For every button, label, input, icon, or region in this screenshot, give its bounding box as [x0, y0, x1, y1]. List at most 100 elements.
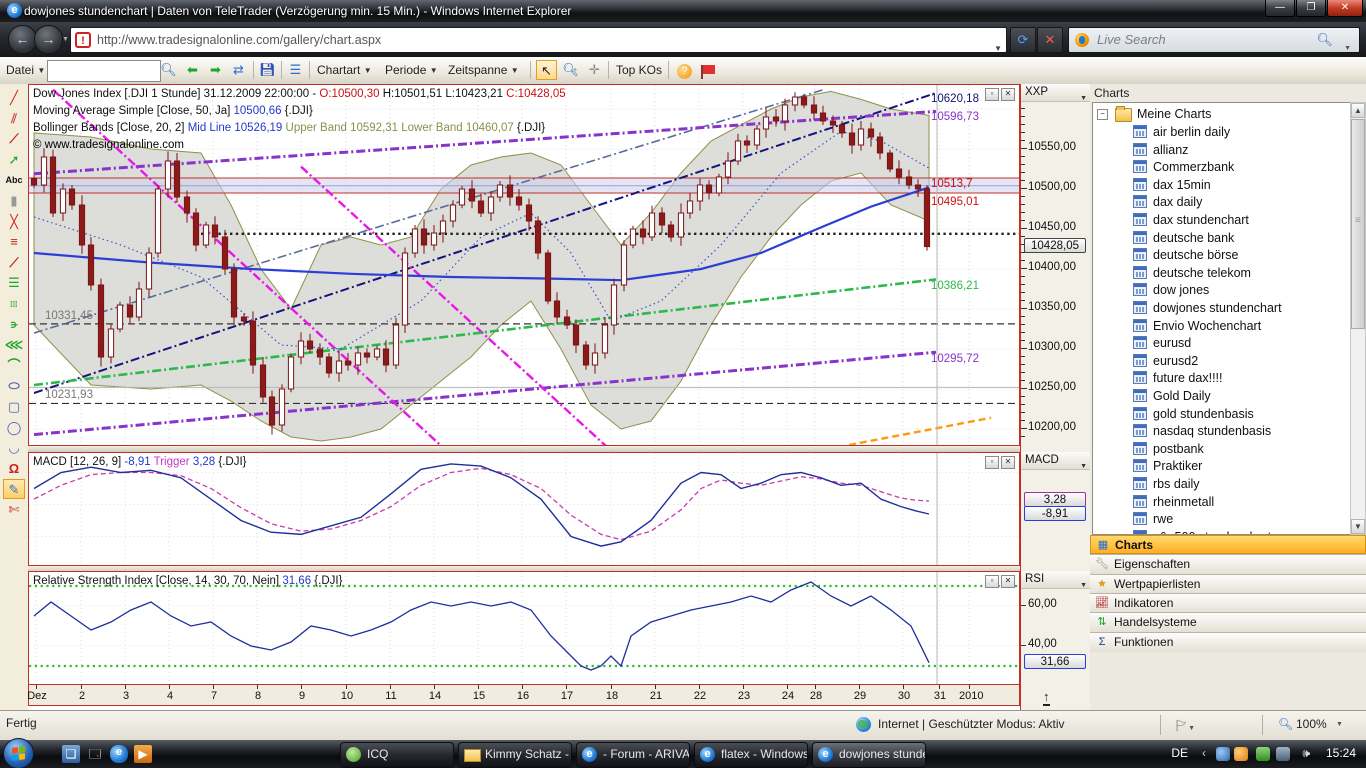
tree-item[interactable]: eurusd [1093, 334, 1347, 352]
trendline-icon[interactable]: ╱ [3, 88, 25, 108]
datei-menu[interactable]: Datei ▼ [6, 60, 45, 80]
rsi-axis-dropdown-icon[interactable]: ▼ [1080, 577, 1087, 594]
sidebar-panel-eigenschaften[interactable]: 🔧︎Eigenschaften [1090, 554, 1366, 574]
taskbar-button[interactable]: edowjones stundenc... [812, 742, 926, 768]
tree-folder-meine-charts[interactable]: −Meine Charts [1093, 105, 1347, 123]
flag-icon[interactable] [698, 60, 719, 80]
tree-item[interactable]: nasdaq stundenbasis [1093, 422, 1347, 440]
tree-item[interactable]: postbank [1093, 440, 1347, 458]
back-chart-icon[interactable]: ⬅ [182, 60, 203, 80]
zoom-dropdown-icon[interactable]: ▼ [1336, 721, 1343, 728]
macd-panel[interactable]: MACD [12, 26, 9] -8,91 Trigger 3,28 {.DJ… [28, 452, 1020, 566]
sidebar-panel-wertpapierlisten[interactable]: 🟊Wertpapierlisten [1090, 574, 1366, 594]
save-icon[interactable]: 💾︎ [257, 60, 278, 80]
gann-line-icon[interactable]: ⟋ [3, 253, 25, 273]
delete-tool-icon[interactable]: ✄ [3, 500, 25, 520]
zoom-magnifier-icon[interactable]: 🔍︎ [1278, 717, 1293, 731]
tree-scrollbar[interactable]: ▲ ▼ [1350, 102, 1366, 535]
scroll-down-icon[interactable]: ▼ [1351, 519, 1365, 534]
search-box[interactable]: Live Search 🔍︎ ▼ [1068, 27, 1360, 53]
zigzag-icon[interactable]: 𝈁 [3, 315, 25, 335]
fan-lines-icon[interactable]: ⋘ [3, 335, 25, 355]
chartart-menu[interactable]: Chartart ▼ [317, 60, 372, 80]
ray-icon[interactable]: ⟋ [3, 129, 25, 149]
forward-button[interactable]: → [34, 25, 63, 54]
tree-item[interactable]: deutsche telekom [1093, 264, 1347, 282]
tree-item[interactable]: s&p500 stundenchart [1093, 528, 1347, 535]
time-axis[interactable]: Dez2347891011141516171821222324282930312… [28, 685, 1020, 706]
cross-lines-icon[interactable]: ╳ [3, 212, 25, 232]
tree-item[interactable]: dax stundenchart [1093, 211, 1347, 229]
tree-item[interactable]: Praktiker [1093, 457, 1347, 475]
periode-menu[interactable]: Periode ▼ [385, 60, 438, 80]
panel-maximize-icon[interactable]: ▫ [985, 575, 999, 588]
rsi-panel[interactable]: Relative Strength Index [Close, 14, 30, … [28, 571, 1020, 685]
tree-item[interactable]: Envio Wochenchart [1093, 317, 1347, 335]
arrow-draw-icon[interactable]: ➚ [3, 150, 25, 170]
language-indicator[interactable]: DE [1171, 746, 1188, 760]
tree-item[interactable]: rheinmetall [1093, 493, 1347, 511]
circle-icon[interactable]: ◯ [3, 418, 25, 438]
tray-app-icon-1[interactable] [1216, 747, 1230, 761]
tree-item[interactable]: dax daily [1093, 193, 1347, 211]
tree-expander-icon[interactable]: − [1097, 109, 1108, 120]
help-icon[interactable]: ? [674, 60, 695, 80]
charts-tree[interactable]: −Meine Chartsair berlin dailyallianzComm… [1092, 102, 1364, 535]
start-button[interactable] [3, 738, 34, 768]
sidebar-panel-funktionen[interactable]: ΣFunktionen [1090, 632, 1366, 652]
price-axis-dropdown-icon[interactable]: ▼ [1080, 90, 1087, 107]
macd-axis-header[interactable]: MACD ▼ [1021, 452, 1091, 470]
edit-tool-icon[interactable]: ✎ [3, 479, 25, 499]
retracement-icon[interactable]: ☰ [3, 273, 25, 293]
tree-item[interactable]: allianz [1093, 141, 1347, 159]
window-titlebar[interactable]: e dowjones stundenchart | Daten von Tele… [0, 0, 1366, 22]
network-icon[interactable] [1276, 747, 1290, 761]
tree-item[interactable]: deutsche bank [1093, 229, 1347, 247]
macd-axis-dropdown-icon[interactable]: ▼ [1080, 458, 1087, 475]
zeitspanne-menu[interactable]: Zeitspanne ▼ [448, 60, 519, 80]
quicklaunch-mediaplayer-icon[interactable]: ▶ [134, 745, 152, 763]
multi-line-icon[interactable]: ≡ [3, 232, 25, 252]
protected-mode-shield-icon[interactable]: 🏱 ▼ [1176, 717, 1195, 738]
price-panel[interactable]: Dow Jones Index [.DJI 1 Stunde] 31.12.20… [28, 84, 1020, 446]
parallel-lines-icon[interactable]: ⫽ [3, 109, 25, 129]
taskbar-button[interactable]: eflatex - Windows Int... [694, 742, 808, 768]
sidebar-panel-indikatoren[interactable]: 📈︎Indikatoren [1090, 593, 1366, 613]
tree-item[interactable]: dow jones [1093, 281, 1347, 299]
panel-close-icon[interactable]: ✕ [1001, 456, 1015, 469]
stop-button[interactable]: ✕ [1037, 27, 1063, 53]
restore-layout-arrow-icon[interactable]: ↑ [1043, 689, 1050, 706]
tree-item[interactable]: rwe [1093, 510, 1347, 528]
price-axis-header[interactable]: XXP ▼ [1021, 84, 1091, 102]
scroll-up-icon[interactable]: ▲ [1351, 103, 1365, 118]
ellipse-icon[interactable]: ⬭ [3, 376, 25, 396]
taskbar-button[interactable]: Kimmy Schatz - so I ... [458, 742, 572, 768]
restore-button[interactable]: ❐ [1296, 0, 1326, 17]
zoom-tool-button[interactable]: 🔍︎+ [560, 60, 581, 80]
sidebar-panel-handelsysteme[interactable]: ⇅Handelsysteme [1090, 612, 1366, 632]
battery-icon[interactable] [1256, 747, 1270, 761]
scroll-thumb[interactable] [1351, 119, 1365, 329]
sidebar-panel-charts[interactable]: ▦Charts [1090, 535, 1366, 554]
panel-close-icon[interactable]: ✕ [1001, 575, 1015, 588]
time-zones-icon[interactable]: 𝍖 [3, 294, 25, 314]
quicklaunch-switcher-icon[interactable]: ❏ [62, 745, 80, 763]
symbol-input[interactable] [47, 60, 161, 82]
search-symbol-icon[interactable]: 🔍︎ [158, 60, 179, 80]
tree-item[interactable]: dax 15min [1093, 176, 1347, 194]
refresh-button[interactable]: ⟳ [1010, 27, 1036, 53]
rectangle-icon[interactable]: ▢ [3, 397, 25, 417]
tree-item[interactable]: eurusd2 [1093, 352, 1347, 370]
taskbar-button[interactable]: e- Forum - ARIVA.DE ... [576, 742, 690, 768]
tray-expand-icon[interactable]: ‹ [1202, 746, 1206, 760]
back-button[interactable]: ← [8, 25, 37, 54]
crosshair-tool-button[interactable]: ✛ [584, 60, 605, 80]
quicklaunch-ie-icon[interactable]: e [110, 745, 128, 763]
cursor-tool-button[interactable]: ↖ [536, 60, 557, 80]
arc-fan-icon[interactable]: ⌒ [3, 356, 25, 376]
top-kos-button[interactable]: Top KOs [616, 60, 662, 80]
tree-item[interactable]: deutsche börse [1093, 246, 1347, 264]
nav-history-dropdown-icon[interactable]: ▼ [62, 36, 69, 43]
reload-chart-icon[interactable]: ⇄ [228, 60, 249, 80]
vertical-line-icon[interactable]: ▮ [3, 191, 25, 211]
